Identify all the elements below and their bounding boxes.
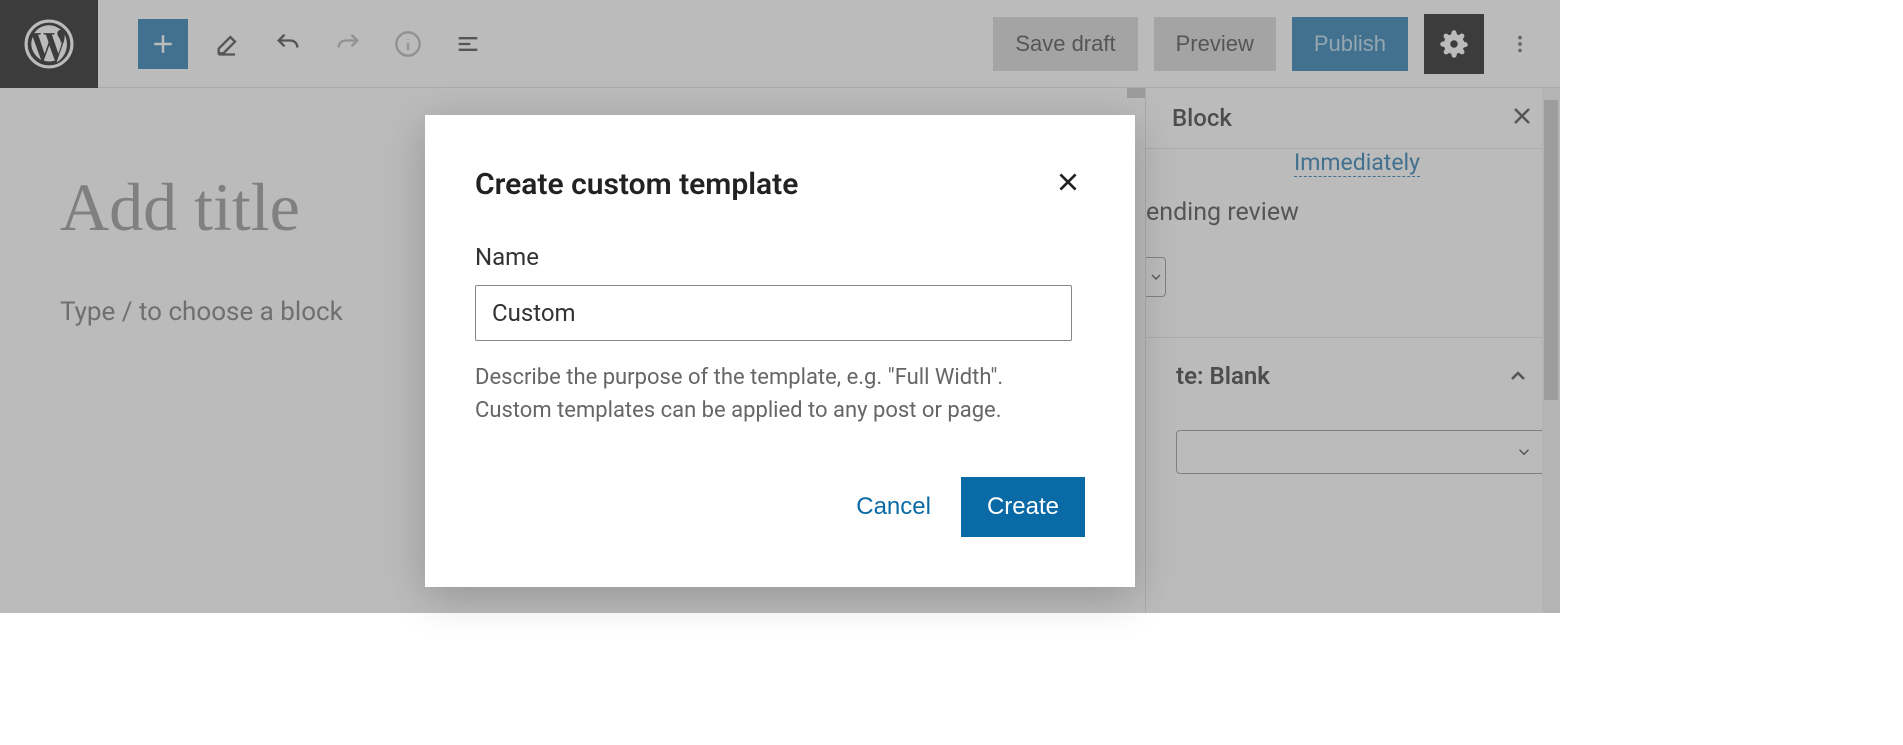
modal-actions: Cancel Create <box>475 477 1085 537</box>
modal-description: Describe the purpose of the template, e.… <box>475 361 1085 427</box>
modal-close-button[interactable] <box>1051 165 1085 203</box>
modal-title: Create custom template <box>475 167 798 202</box>
create-template-modal: Create custom template Name Describe the… <box>425 115 1135 587</box>
name-label: Name <box>475 243 1085 271</box>
modal-header: Create custom template <box>475 165 1085 203</box>
template-name-input[interactable] <box>475 285 1072 341</box>
create-button[interactable]: Create <box>961 477 1085 537</box>
cancel-button[interactable]: Cancel <box>856 493 931 521</box>
close-icon <box>1055 169 1081 195</box>
